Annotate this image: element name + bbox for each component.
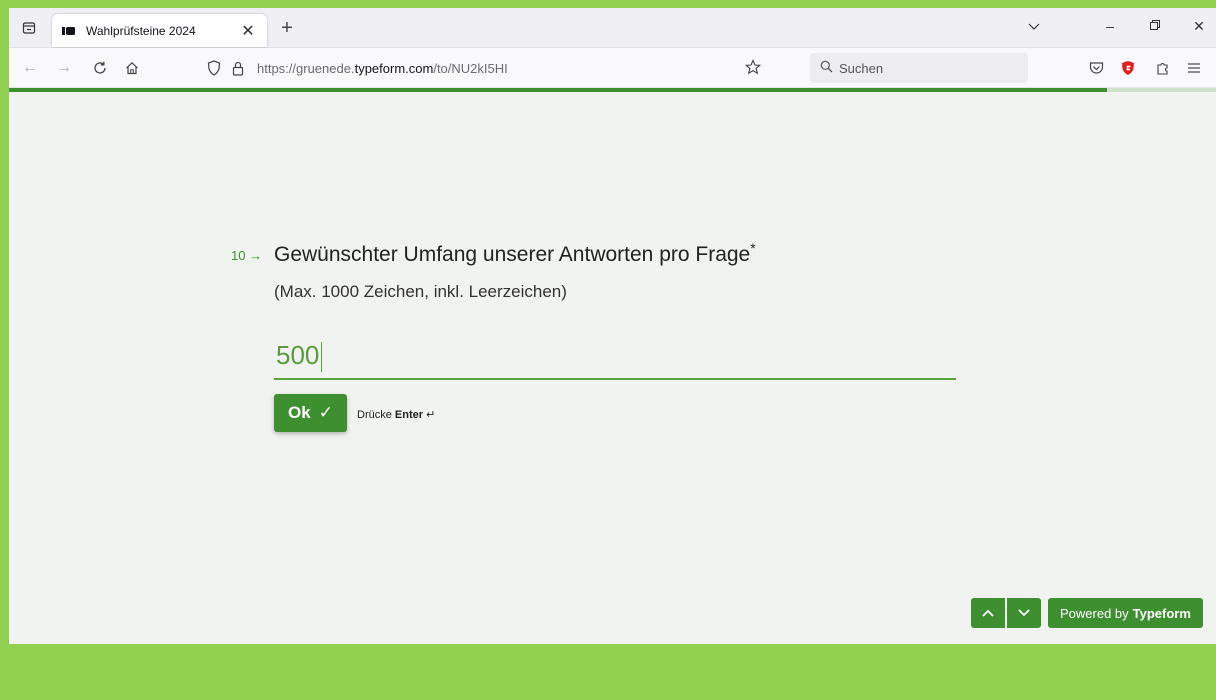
enter-hint-key: Enter bbox=[394, 409, 424, 421]
new-tab-button[interactable]: + bbox=[275, 16, 299, 40]
restore-icon[interactable] bbox=[1145, 18, 1165, 34]
form-content: 10 → Gewünschter Umfang unserer Antworte… bbox=[9, 92, 1216, 644]
url-prefix: https://gruenede. bbox=[257, 60, 355, 76]
tab-title: Wahlprüfsteine 2024 bbox=[86, 23, 196, 38]
bookmark-star-icon[interactable] bbox=[744, 59, 762, 80]
enter-hint-prefix: Drücke bbox=[357, 409, 392, 421]
search-icon bbox=[820, 60, 833, 76]
question-number: 10 → bbox=[231, 248, 262, 263]
close-window-icon[interactable]: ✕ bbox=[1189, 18, 1209, 35]
tab-close-icon[interactable]: ✕ bbox=[239, 21, 257, 41]
checkmark-icon: ✓ bbox=[318, 403, 333, 422]
chevron-down-icon bbox=[1018, 609, 1030, 617]
tab-active[interactable]: Wahlprüfsteine 2024 ✕ bbox=[52, 14, 267, 47]
question-number-value: 10 bbox=[231, 248, 246, 263]
browser-window: Wahlprüfsteine 2024 ✕ + – ✕ ← → https://… bbox=[9, 8, 1216, 644]
search-placeholder: Suchen bbox=[839, 60, 884, 76]
question-title: Gewünschter Umfang unserer Antworten pro… bbox=[274, 240, 756, 267]
lock-icon[interactable] bbox=[229, 59, 247, 77]
extensions-puzzle-icon[interactable] bbox=[1153, 59, 1171, 77]
url-domain: typeform.com bbox=[354, 60, 434, 76]
chevron-up-icon bbox=[982, 609, 994, 617]
back-arrow-icon[interactable]: ← bbox=[19, 58, 41, 78]
question-description: (Max. 1000 Zeichen, inkl. Leerzeichen) bbox=[274, 282, 567, 301]
reload-icon[interactable] bbox=[89, 58, 111, 78]
navigation-bar: ← → https://gruenede.typeform.com/to/NU2… bbox=[9, 48, 1216, 88]
question-navigation bbox=[971, 598, 1041, 628]
extension-shield-icon[interactable] bbox=[1119, 59, 1137, 77]
tab-list-icon[interactable] bbox=[19, 18, 39, 38]
previous-question-button[interactable] bbox=[971, 598, 1005, 628]
ok-button-label: Ok bbox=[288, 403, 311, 422]
required-asterisk: * bbox=[750, 240, 756, 256]
forward-arrow-icon[interactable]: → bbox=[53, 58, 75, 78]
url-path: /to/NU2kI5HI bbox=[433, 60, 508, 76]
url-text[interactable]: https://gruenede.typeform.com/to/NU2kI5H… bbox=[257, 61, 508, 76]
next-question-button[interactable] bbox=[1007, 598, 1041, 628]
home-icon[interactable] bbox=[121, 58, 143, 78]
enter-hint: Drücke Enter ↵ bbox=[357, 408, 435, 421]
typeform-favicon-icon bbox=[62, 26, 78, 36]
powered-by-brand: Typeform bbox=[1132, 605, 1191, 621]
ok-button[interactable]: Ok ✓ bbox=[274, 394, 347, 432]
powered-by-typeform-link[interactable]: Powered by Typeform bbox=[1048, 598, 1203, 628]
text-caret bbox=[321, 342, 322, 372]
tabs-overflow-chevron-icon[interactable] bbox=[1024, 18, 1044, 34]
search-box[interactable]: Suchen bbox=[810, 53, 1028, 83]
tracking-shield-icon[interactable] bbox=[205, 59, 223, 77]
minimize-icon[interactable]: – bbox=[1100, 18, 1120, 34]
tab-strip: Wahlprüfsteine 2024 ✕ + – ✕ bbox=[9, 8, 1216, 48]
powered-by-text: Powered by bbox=[1060, 605, 1129, 621]
question-arrow-icon: → bbox=[249, 248, 263, 263]
answer-input[interactable] bbox=[274, 332, 956, 380]
menu-hamburger-icon[interactable] bbox=[1185, 59, 1203, 77]
url-bar[interactable]: https://gruenede.typeform.com/to/NU2kI5H… bbox=[195, 53, 765, 83]
pocket-icon[interactable] bbox=[1087, 59, 1105, 77]
question-title-text: Gewünschter Umfang unserer Antworten pro… bbox=[274, 243, 751, 266]
enter-key-icon: ↵ bbox=[426, 409, 436, 421]
